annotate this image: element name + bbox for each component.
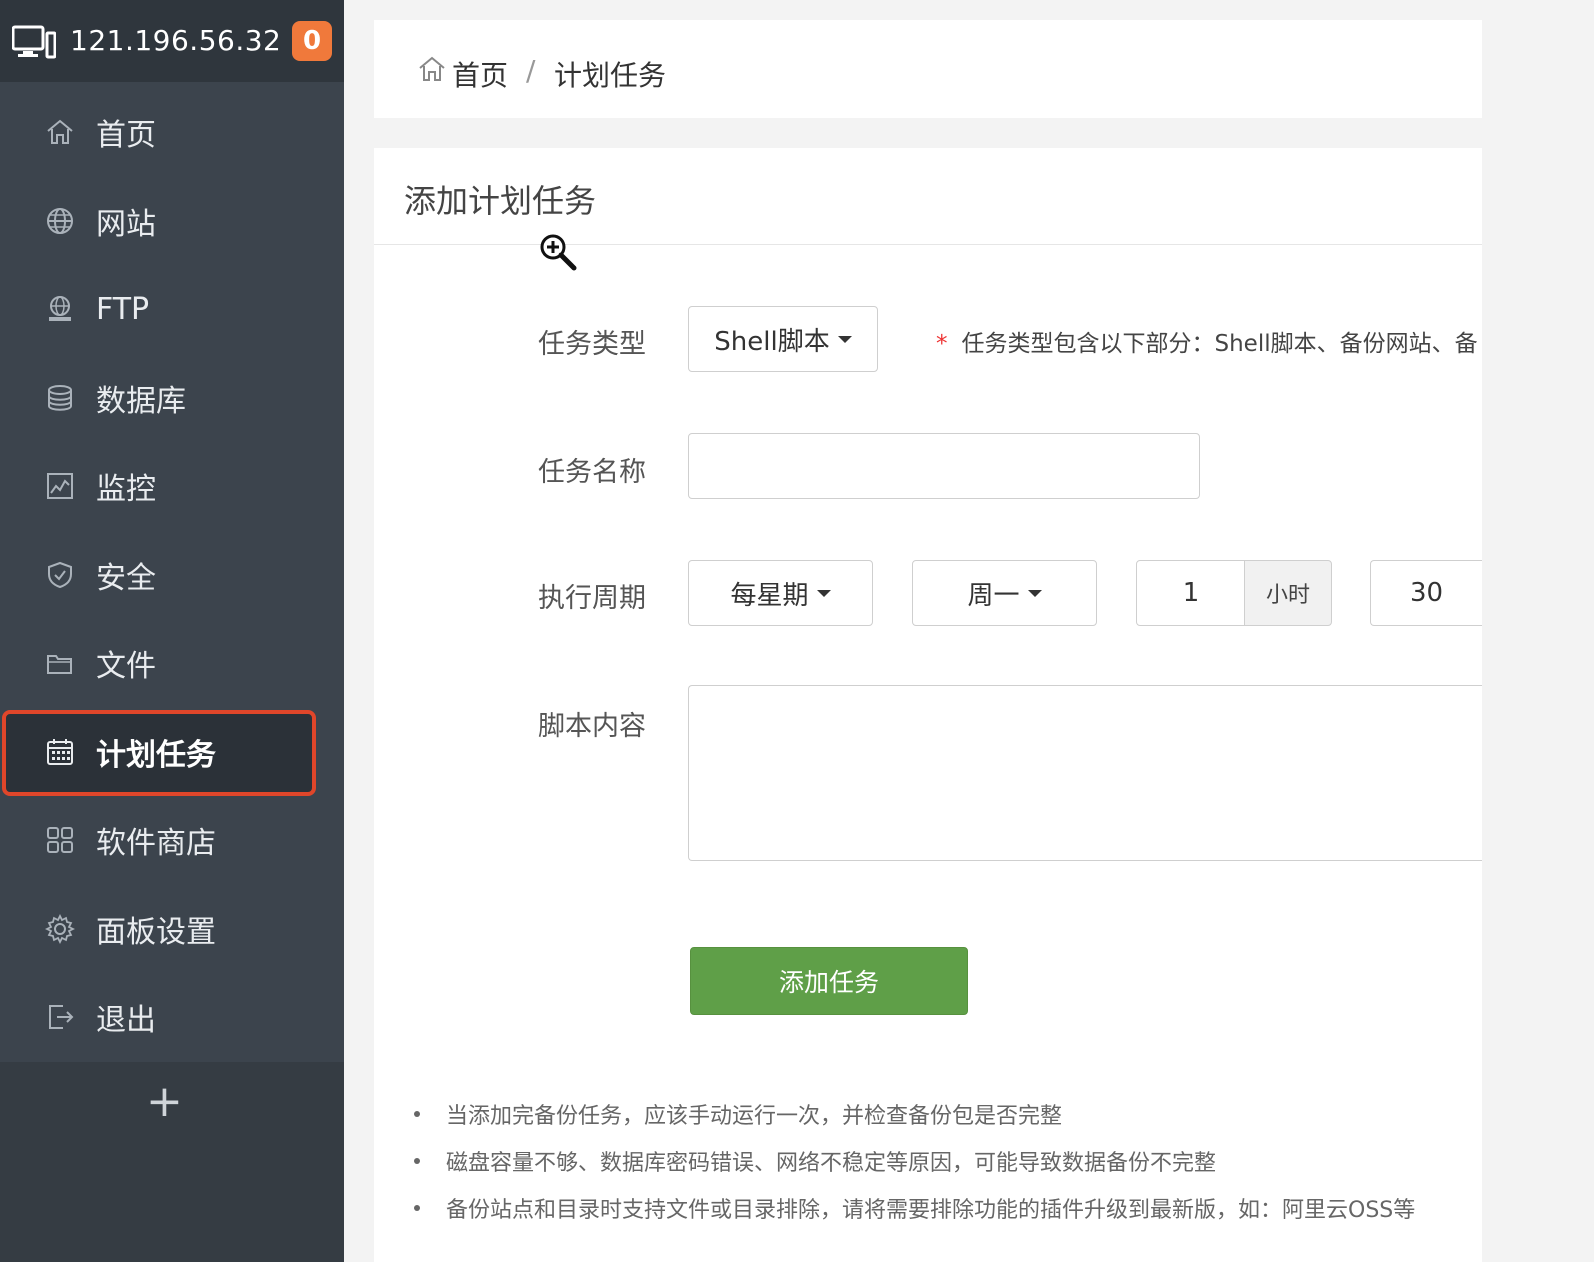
notification-badge[interactable]: 0 <box>292 21 332 61</box>
sidebar-item-label: FTP <box>96 291 150 327</box>
breadcrumb: 首页 / 计划任务 <box>374 20 1482 118</box>
script-label: 脚本内容 <box>538 711 646 742</box>
task-type-label: 任务类型 <box>538 329 646 360</box>
add-shortcut-area: + <box>0 1062 344 1262</box>
globe-icon <box>44 205 76 237</box>
caret-down-icon <box>1027 589 1042 597</box>
sidebar-item-logout[interactable]: 退出 <box>0 973 344 1062</box>
sidebar-item-cron[interactable]: 计划任务 <box>0 708 344 797</box>
sidebar-item-files[interactable]: 文件 <box>0 619 344 708</box>
list-item: 当添加完备份任务，应该手动运行一次，并检查备份包是否完整 <box>410 1098 1415 1145</box>
sidebar-item-settings[interactable]: 面板设置 <box>0 885 344 974</box>
folder-icon <box>44 647 76 679</box>
grid-icon <box>44 824 76 856</box>
gear-icon <box>44 913 76 945</box>
add-task-button[interactable]: 添加任务 <box>690 947 968 1015</box>
sidebar-item-label: 数据库 <box>96 383 186 419</box>
task-name-label: 任务名称 <box>538 457 646 488</box>
cycle-weekday-select[interactable]: 周一 <box>912 560 1097 626</box>
calendar-icon <box>44 736 76 768</box>
sidebar: 121.196.56.32 0 首页 网站 FTP 数据库 监控 安全 文件 计… <box>0 0 344 1262</box>
task-type-select[interactable]: Shell脚本 <box>688 306 878 372</box>
database-icon <box>44 382 76 414</box>
sidebar-nav: 首页 网站 FTP 数据库 监控 安全 文件 计划任务 软件商店 面板设置 退出 <box>0 88 344 1062</box>
caret-down-icon <box>816 589 831 597</box>
monitor-chart-icon <box>44 470 76 502</box>
hour-unit-addon: 小时 <box>1244 560 1332 626</box>
required-star: * <box>936 331 948 357</box>
sidebar-item-label: 面板设置 <box>96 914 216 950</box>
task-type-hint: * 任务类型包含以下部分：Shell脚本、备份网站、备 <box>936 324 1478 358</box>
logout-icon <box>44 1001 76 1033</box>
script-textarea[interactable] <box>688 685 1482 861</box>
server-ip: 121.196.56.32 <box>70 24 282 57</box>
sidebar-item-label: 软件商店 <box>96 826 216 862</box>
breadcrumb-home[interactable]: 首页 <box>452 54 508 94</box>
cycle-hour-value: 1 <box>1182 578 1200 608</box>
add-cron-panel: 添加计划任务 任务类型 Shell脚本 * 任务类型包含以下部分：Shell脚本、… <box>374 148 1482 1262</box>
sidebar-item-label: 文件 <box>96 649 156 685</box>
task-type-value: Shell脚本 <box>714 326 830 357</box>
sidebar-item-ftp[interactable]: FTP <box>0 265 344 354</box>
cycle-period-select[interactable]: 每星期 <box>688 560 873 626</box>
shield-icon <box>44 559 76 591</box>
zoom-cursor-icon <box>540 234 577 271</box>
list-item: 备份站点和目录时支持文件或目录排除，请将需要排除功能的插件升级到最新版，如：阿里… <box>410 1192 1415 1239</box>
sidebar-item-store[interactable]: 软件商店 <box>0 796 344 885</box>
breadcrumb-current: 计划任务 <box>554 59 667 92</box>
cycle-label: 执行周期 <box>538 583 646 614</box>
sidebar-item-home[interactable]: 首页 <box>0 88 344 177</box>
tips-list: 当添加完备份任务，应该手动运行一次，并检查备份包是否完整 磁盘容量不够、数据库密… <box>410 1098 1415 1239</box>
sidebar-item-database[interactable]: 数据库 <box>0 354 344 443</box>
sidebar-item-label: 安全 <box>96 560 156 596</box>
sidebar-item-website[interactable]: 网站 <box>0 177 344 266</box>
cycle-minute-input[interactable]: 30 <box>1370 560 1482 626</box>
caret-down-icon <box>837 335 852 343</box>
monitor-icon <box>12 25 56 59</box>
sidebar-item-monitor[interactable]: 监控 <box>0 442 344 531</box>
cycle-minute-value: 30 <box>1409 578 1444 608</box>
home-icon[interactable] <box>418 55 446 83</box>
sidebar-item-label: 监控 <box>96 472 156 508</box>
cycle-hour-input[interactable]: 1 <box>1136 560 1246 626</box>
cycle-weekday-value: 周一 <box>967 580 1020 611</box>
cycle-period-value: 每星期 <box>730 580 809 611</box>
task-name-input[interactable] <box>688 433 1200 499</box>
sidebar-item-label: 退出 <box>96 1003 156 1039</box>
ftp-icon <box>44 293 76 325</box>
panel-title: 添加计划任务 <box>404 182 597 220</box>
server-header: 121.196.56.32 0 <box>0 0 344 82</box>
sidebar-item-label: 首页 <box>96 118 156 154</box>
sidebar-item-security[interactable]: 安全 <box>0 531 344 620</box>
add-shortcut-button[interactable]: + <box>146 1080 183 1124</box>
list-item: 磁盘容量不够、数据库密码错误、网络不稳定等原因，可能导致数据备份不完整 <box>410 1145 1415 1192</box>
sidebar-item-label: 计划任务 <box>96 737 216 773</box>
breadcrumb-separator: / <box>526 54 536 87</box>
home-icon <box>44 116 76 148</box>
task-type-hint-text: 任务类型包含以下部分：Shell脚本、备份网站、备 <box>961 331 1478 357</box>
sidebar-item-label: 网站 <box>96 206 156 242</box>
